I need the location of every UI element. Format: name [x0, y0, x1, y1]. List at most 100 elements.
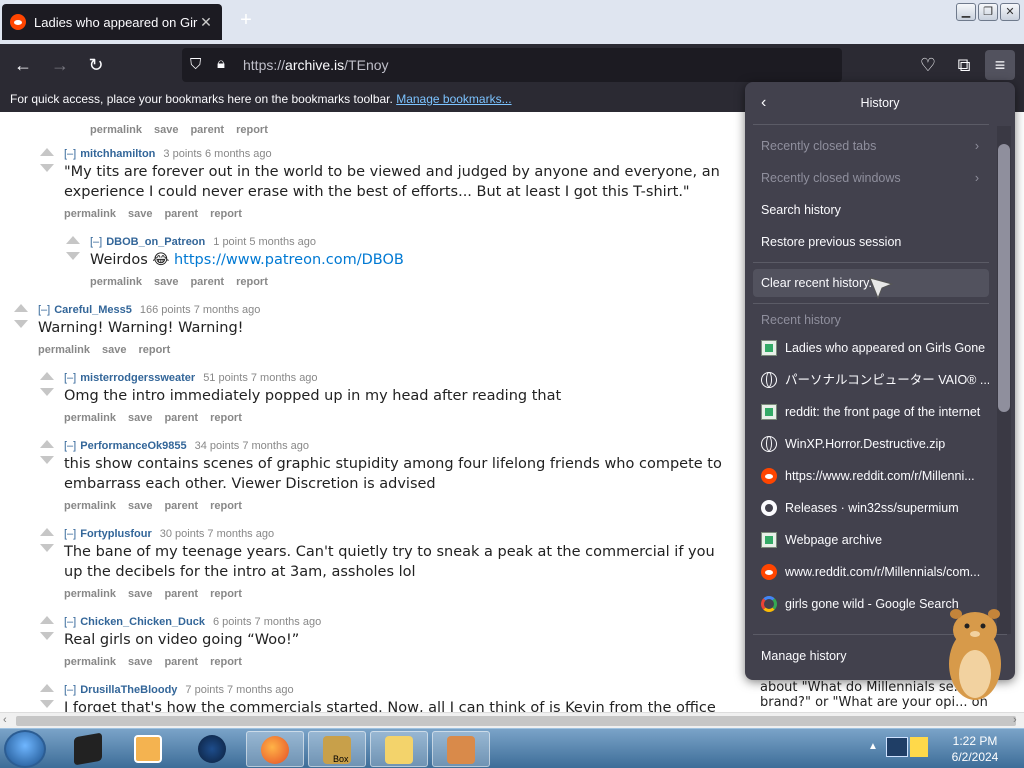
restore-session-item[interactable]: Restore previous session — [753, 228, 989, 256]
save-link[interactable]: save — [154, 276, 178, 288]
notification-icon[interactable] — [910, 737, 928, 757]
app-menu-button[interactable]: ≡ — [985, 50, 1015, 80]
permalink-link[interactable]: permalink — [90, 276, 142, 288]
extensions-icon[interactable]: ⧉ — [951, 52, 977, 78]
pocket-icon[interactable]: ♡ — [915, 52, 941, 78]
collapse-toggle[interactable]: [–] — [64, 528, 76, 540]
permalink-link[interactable]: permalink — [64, 208, 116, 220]
comment-author[interactable]: mitchhamilton — [80, 148, 155, 160]
close-window-button[interactable]: ✕ — [1000, 3, 1020, 21]
permalink-link[interactable]: permalink — [64, 588, 116, 600]
upvote-icon[interactable] — [66, 236, 80, 244]
report-link[interactable]: report — [236, 276, 268, 288]
history-entry[interactable]: https://www.reddit.com/r/Millenni... — [753, 462, 989, 490]
downvote-icon[interactable] — [40, 700, 54, 708]
collapse-toggle[interactable]: [–] — [64, 616, 76, 628]
collapse-toggle[interactable]: [–] — [64, 440, 76, 452]
comment-author[interactable]: Fortyplusfour — [80, 528, 152, 540]
parent-link[interactable]: parent — [164, 208, 198, 220]
history-entry[interactable]: WinXP.Horror.Destructive.zip — [753, 430, 989, 458]
upvote-icon[interactable] — [40, 684, 54, 692]
url-text[interactable]: https://archive.is/TEnoy — [243, 57, 389, 73]
comment-author[interactable]: PerformanceOk9855 — [80, 440, 186, 452]
start-button[interactable] — [4, 730, 46, 768]
recently-closed-windows-item[interactable]: Recently closed windows › — [753, 164, 989, 192]
upvote-icon[interactable] — [14, 304, 28, 312]
history-entry[interactable]: Releases · win32ss/supermium — [753, 494, 989, 522]
parent-link[interactable]: parent — [164, 500, 198, 512]
taskbar-app[interactable] — [120, 731, 178, 767]
report-link[interactable]: report — [210, 656, 242, 668]
manage-bookmarks-link[interactable]: Manage bookmarks... — [396, 92, 511, 106]
upvote-icon[interactable] — [40, 148, 54, 156]
taskbar-app[interactable] — [184, 731, 242, 767]
save-link[interactable]: save — [128, 656, 152, 668]
downvote-icon[interactable] — [14, 320, 28, 328]
taskbar-app[interactable] — [432, 731, 490, 767]
comment-author[interactable]: DBOB_on_Patreon — [106, 236, 205, 248]
patreon-link[interactable]: https://www.patreon.com/DBOB — [174, 252, 404, 268]
taskbar-app[interactable]: Box — [308, 731, 366, 767]
show-hidden-icons-icon[interactable]: ▲ — [868, 741, 878, 752]
back-button[interactable]: ← — [10, 52, 36, 78]
permalink-link[interactable]: permalink — [64, 500, 116, 512]
report-link[interactable]: report — [210, 412, 242, 424]
downvote-icon[interactable] — [40, 388, 54, 396]
horizontal-scrollbar[interactable]: ‹ › — [0, 712, 1024, 728]
downvote-icon[interactable] — [40, 544, 54, 552]
permalink-link[interactable]: permalink — [64, 412, 116, 424]
scrollbar-thumb[interactable] — [16, 716, 1016, 726]
history-entry[interactable]: reddit: the front page of the internet — [753, 398, 989, 426]
report-link[interactable]: report — [210, 588, 242, 600]
permalink-link[interactable]: permalink — [64, 656, 116, 668]
recently-closed-tabs-item[interactable]: Recently closed tabs › — [753, 132, 989, 160]
downvote-icon[interactable] — [40, 632, 54, 640]
close-tab-icon[interactable]: ✕ — [198, 14, 214, 31]
taskbar-app[interactable] — [60, 731, 118, 767]
permalink-link[interactable]: permalink — [90, 124, 142, 136]
collapse-toggle[interactable]: [–] — [90, 236, 102, 248]
comment-author[interactable]: misterrodgerssweater — [80, 372, 195, 384]
comment-author[interactable]: Chicken_Chicken_Duck — [80, 616, 205, 628]
new-tab-button[interactable]: + — [236, 10, 256, 30]
upvote-icon[interactable] — [40, 372, 54, 380]
taskbar-app[interactable] — [246, 731, 304, 767]
downvote-icon[interactable] — [66, 252, 80, 260]
report-link[interactable]: report — [236, 124, 268, 136]
search-history-item[interactable]: Search history — [753, 196, 989, 224]
save-link[interactable]: save — [128, 412, 152, 424]
save-link[interactable]: save — [154, 124, 178, 136]
parent-link[interactable]: parent — [164, 412, 198, 424]
history-entry[interactable]: Webpage archive — [753, 526, 989, 554]
taskbar-app[interactable] — [370, 731, 428, 767]
collapse-toggle[interactable]: [–] — [64, 148, 76, 160]
history-entry[interactable]: www.reddit.com/r/Millennials/com... — [753, 558, 989, 586]
comment-author[interactable]: Careful_Mess5 — [54, 304, 132, 316]
report-link[interactable]: report — [210, 208, 242, 220]
save-link[interactable]: save — [102, 344, 126, 356]
collapse-toggle[interactable]: [–] — [64, 684, 76, 696]
permalink-link[interactable]: permalink — [38, 344, 90, 356]
maximize-button[interactable]: ❐ — [978, 3, 998, 21]
upvote-icon[interactable] — [40, 528, 54, 536]
network-icon[interactable] — [886, 737, 908, 757]
lock-icon[interactable]: 🔒︎ — [217, 55, 225, 72]
save-link[interactable]: save — [128, 588, 152, 600]
minimize-button[interactable]: ▁ — [956, 3, 976, 21]
parent-link[interactable]: parent — [164, 588, 198, 600]
collapse-toggle[interactable]: [–] — [38, 304, 50, 316]
forward-button[interactable]: → — [47, 52, 73, 78]
save-link[interactable]: save — [128, 208, 152, 220]
comment-author[interactable]: DrusillaTheBloody — [80, 684, 177, 696]
report-link[interactable]: report — [138, 344, 170, 356]
downvote-icon[interactable] — [40, 456, 54, 464]
scroll-left-icon[interactable]: ‹ — [3, 714, 7, 726]
parent-link[interactable]: parent — [190, 276, 224, 288]
tracking-protection-icon[interactable]: ⛉ — [190, 56, 201, 73]
parent-link[interactable]: parent — [164, 656, 198, 668]
parent-link[interactable]: parent — [190, 124, 224, 136]
tab-active[interactable]: Ladies who appeared on Girls Gone Wild ✕ — [2, 4, 222, 40]
scroll-right-icon[interactable]: › — [1013, 714, 1017, 726]
reload-button[interactable]: ↻ — [83, 52, 109, 78]
history-entry[interactable]: Ladies who appeared on Girls Gone ... — [753, 334, 989, 362]
